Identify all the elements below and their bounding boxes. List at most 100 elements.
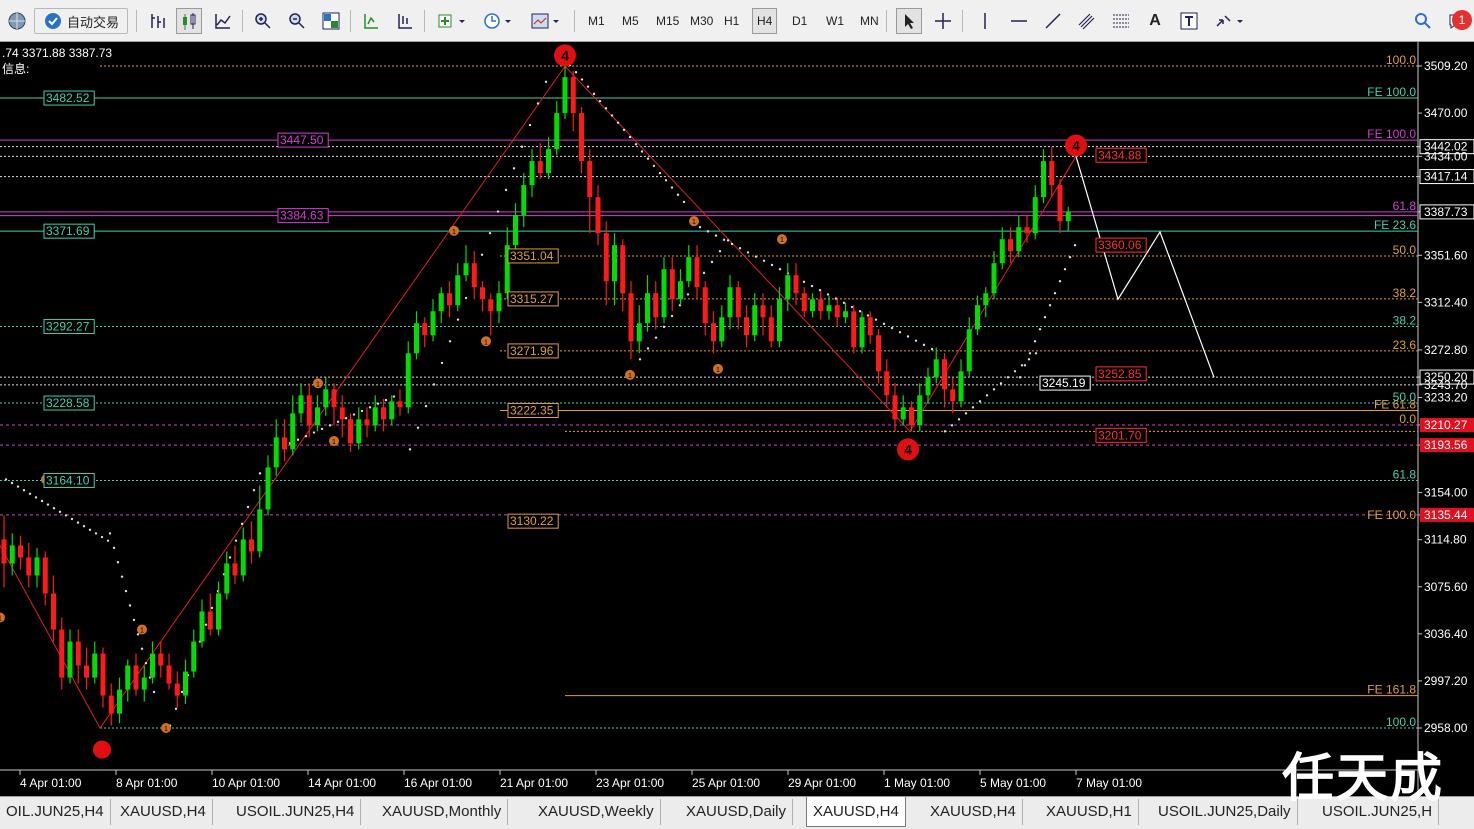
candlestick-icon[interactable] (176, 8, 202, 34)
sar-dot (544, 80, 548, 84)
sar-dot (746, 251, 750, 254)
arrows-dropdown[interactable] (1210, 8, 1250, 34)
chart-tab[interactable]: XAUUSD,H4 (114, 799, 213, 825)
candle-body (199, 611, 205, 642)
price-tick: 3351.60 (1424, 248, 1468, 262)
sar-dot (646, 157, 650, 160)
channel-icon[interactable] (1074, 8, 1100, 34)
indicators-dropdown[interactable] (432, 8, 472, 34)
wave-marker-partial (93, 740, 111, 759)
chart-tab[interactable]: OIL.JUN25,H4 (0, 799, 111, 825)
timeframe-h1[interactable]: H1 (720, 8, 743, 34)
sar-dot (1043, 316, 1047, 319)
chart-tab[interactable]: USOIL.JUN25,H4 (230, 799, 362, 825)
time-tick: 14 Apr 01:00 (308, 776, 376, 790)
sar-dot (971, 406, 975, 409)
chart-shift-icon[interactable] (358, 8, 384, 34)
vertical-line-icon[interactable] (972, 8, 998, 34)
timeframe-m15[interactable]: M15 (652, 8, 683, 34)
price-tick: 3154.00 (1424, 486, 1468, 500)
sar-dot (628, 135, 632, 139)
sar-dot (392, 395, 396, 398)
bar-chart-icon[interactable] (144, 8, 170, 34)
sar-dot (682, 200, 686, 204)
sar-dot (210, 606, 214, 610)
sar-dot (64, 514, 68, 517)
candle-body (777, 299, 782, 342)
crosshair-icon[interactable] (930, 8, 956, 34)
zoom-in-icon[interactable] (250, 8, 276, 34)
text-tool-icon[interactable]: A (1142, 8, 1168, 34)
search-icon[interactable] (1410, 8, 1436, 34)
fibonacci-icon[interactable] (1108, 8, 1134, 34)
sar-dot (622, 128, 626, 132)
candle-body (917, 395, 923, 426)
autoscroll-icon[interactable] (392, 8, 418, 34)
chart-tab[interactable]: XAUUSD,H4 (924, 799, 1023, 825)
chart-tab[interactable]: XAUUSD,H1 (1040, 799, 1139, 825)
candle-body (975, 305, 980, 330)
sar-dot (1028, 352, 1032, 355)
candle-body (546, 149, 551, 174)
sar-dot (464, 296, 468, 300)
timeframe-m1[interactable]: M1 (584, 8, 609, 34)
timeframe-m5[interactable]: M5 (618, 8, 643, 34)
chart-tab[interactable]: USOIL.JUN25,Daily (1152, 799, 1298, 825)
chart-tab[interactable]: XAUUSD,H4 (806, 797, 906, 827)
candle-body (537, 161, 543, 174)
sar-dot (874, 318, 878, 321)
wave-4-label: 4 (904, 441, 912, 457)
sar-dot (610, 114, 614, 117)
candle-body (108, 695, 114, 714)
line-chart-icon[interactable] (210, 8, 236, 34)
sar-dot (592, 92, 596, 96)
timeframe-m30[interactable]: M30 (686, 8, 717, 34)
zoom-out-icon[interactable] (284, 8, 310, 34)
timeframe-h4[interactable]: H4 (752, 8, 778, 34)
sar-dot (34, 496, 38, 499)
candle-body (702, 287, 708, 324)
ohlc-readout: .74 3371.88 3387.73 (2, 46, 113, 60)
price-chart[interactable]: 111111111111444 3482.523447.503384.63337… (0, 42, 1474, 796)
timeframe-mn[interactable]: MN (856, 8, 883, 34)
chart-tab[interactable]: XAUUSD,Weekly (532, 799, 661, 825)
horizontal-line-icon[interactable] (1006, 8, 1032, 34)
auto-trade-button[interactable]: 自动交易 (34, 8, 128, 34)
price-tick: 3312.40 (1424, 295, 1468, 309)
sar-dot (866, 314, 870, 317)
candle-body (471, 263, 477, 288)
svg-text:1: 1 (628, 373, 632, 380)
timeframe-w1[interactable]: W1 (822, 8, 848, 34)
candle-body (909, 407, 914, 426)
sar-dot (722, 238, 726, 241)
notification-badge[interactable]: 1 (1452, 10, 1472, 30)
templates-dropdown[interactable] (526, 8, 566, 34)
sar-dot (906, 335, 910, 338)
chart-tabs: OIL.JUN25,H4 XAUUSD,H4 USOIL.JUN25,H4 XAUUS… (0, 796, 1474, 829)
price-tick: 3509.20 (1424, 59, 1468, 73)
cursor-icon[interactable] (896, 8, 922, 34)
sar-dot (234, 539, 238, 542)
timeframe-d1[interactable]: D1 (788, 8, 811, 34)
sar-dot (943, 430, 947, 433)
candle-body (719, 317, 725, 342)
sar-dot (1068, 256, 1072, 259)
trendline-icon[interactable] (1040, 8, 1066, 34)
sar-dot (152, 690, 156, 694)
sar-dot (88, 528, 92, 532)
chart-tab[interactable]: XAUUSD,Daily (680, 799, 794, 825)
sar-dot (992, 388, 996, 391)
auto-trade-icon (44, 13, 61, 29)
sar-dot (132, 618, 136, 622)
candle-body (331, 389, 337, 408)
sar-dot (706, 230, 710, 233)
candle-body (92, 653, 98, 678)
fib-label: 61.8 (1393, 199, 1417, 213)
chart-tab[interactable]: XAUUSD,Monthly (376, 799, 509, 825)
periods-dropdown[interactable] (478, 8, 518, 34)
text-label-icon[interactable] (1176, 8, 1202, 34)
candle-body (884, 371, 890, 396)
tile-windows-icon[interactable] (318, 8, 344, 34)
sar-dot (304, 434, 308, 438)
globe-icon[interactable] (4, 8, 30, 34)
